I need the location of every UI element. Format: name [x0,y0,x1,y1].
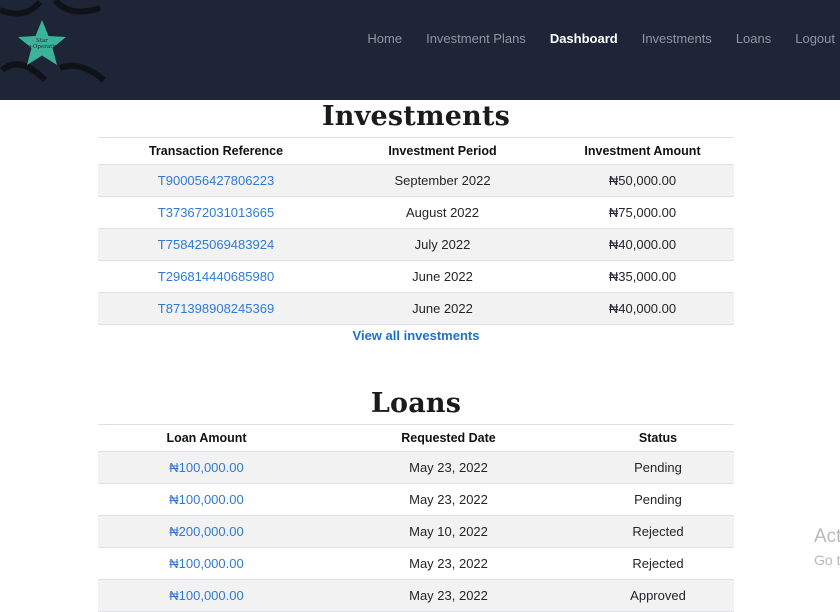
nav-home[interactable]: Home [367,31,402,46]
column-header: Investment Amount [551,137,734,165]
nav-links: Home Investment Plans Dashboard Investme… [343,30,840,46]
table-header-row: Loan Amount Requested Date Status [98,424,734,452]
requested-date: May 23, 2022 [315,483,582,516]
loans-table: Loan Amount Requested Date Status ₦100,0… [98,424,734,612]
investments-title: Investments [321,101,511,132]
investment-period: September 2022 [334,164,551,197]
table-row: T758425069483924 July 2022 ₦40,000.00 [98,228,734,261]
requested-date: May 23, 2022 [315,547,582,580]
investment-period: June 2022 [334,260,551,293]
column-header: Investment Period [334,137,551,165]
table-row: ₦100,000.00 May 23, 2022 Rejected [98,547,734,580]
column-header: Loan Amount [98,424,315,452]
transaction-ref-link[interactable]: T758425069483924 [158,237,274,252]
loan-amount-link[interactable]: ₦100,000.00 [169,588,243,603]
nav-investments[interactable]: Investments [642,31,712,46]
navbar: Star Co-Operative Home Investment Plans … [0,0,840,100]
requested-date: May 23, 2022 [315,579,582,612]
column-header: Transaction Reference [98,137,334,165]
loan-amount-link[interactable]: ₦100,000.00 [169,460,243,475]
nav-loans[interactable]: Loans [736,31,771,46]
transaction-ref-link[interactable]: T373672031013665 [158,205,274,220]
investment-period: June 2022 [334,292,551,325]
table-row: ₦100,000.00 May 23, 2022 Pending [98,451,734,484]
table-row: T296814440685980 June 2022 ₦35,000.00 [98,260,734,293]
loan-amount-link[interactable]: ₦100,000.00 [169,556,243,571]
nav-logout[interactable]: Logout [795,31,835,46]
loan-amount-link[interactable]: ₦200,000.00 [169,524,243,539]
logo-text-line2: Co-Operative [24,44,61,50]
column-header: Requested Date [315,424,582,452]
investments-table: Transaction Reference Investment Period … [98,137,734,325]
investment-amount: ₦35,000.00 [551,260,734,293]
loan-status: Pending [582,451,734,484]
investment-amount: ₦40,000.00 [551,292,734,325]
nav-dashboard[interactable]: Dashboard [550,31,618,46]
transaction-ref-link[interactable]: T296814440685980 [158,269,274,284]
table-row: T373672031013665 August 2022 ₦75,000.00 [98,196,734,229]
requested-date: May 10, 2022 [315,515,582,548]
investment-period: July 2022 [334,228,551,261]
table-row: T900056427806223 September 2022 ₦50,000.… [98,164,734,197]
table-row: ₦100,000.00 May 23, 2022 Approved [98,579,734,612]
table-row: T871398908245369 June 2022 ₦40,000.00 [98,292,734,325]
table-row: ₦200,000.00 May 10, 2022 Rejected [98,515,734,548]
loan-status: Approved [582,579,734,612]
loan-amount-link[interactable]: ₦100,000.00 [169,492,243,507]
investment-period: August 2022 [334,196,551,229]
loans-title: Loans [370,388,462,419]
column-header: Status [582,424,734,452]
transaction-ref-link[interactable]: T900056427806223 [158,173,274,188]
loan-status: Rejected [582,547,734,580]
investment-amount: ₦40,000.00 [551,228,734,261]
investment-amount: ₦50,000.00 [551,164,734,197]
activation-watermark: Act [814,526,840,547]
loan-status: Rejected [582,515,734,548]
nav-investment-plans[interactable]: Investment Plans [426,31,526,46]
requested-date: May 23, 2022 [315,451,582,484]
table-header-row: Transaction Reference Investment Period … [98,137,734,165]
transaction-ref-link[interactable]: T871398908245369 [158,301,274,316]
investment-amount: ₦75,000.00 [551,196,734,229]
logo[interactable]: Star Co-Operative [0,0,108,90]
table-row: ₦100,000.00 May 23, 2022 Pending [98,483,734,516]
star-logo-icon: Star Co-Operative [0,0,106,83]
activation-watermark-sub: Go t [814,552,840,568]
view-all-investments-link[interactable]: View all investments [98,328,734,343]
loan-status: Pending [582,483,734,516]
